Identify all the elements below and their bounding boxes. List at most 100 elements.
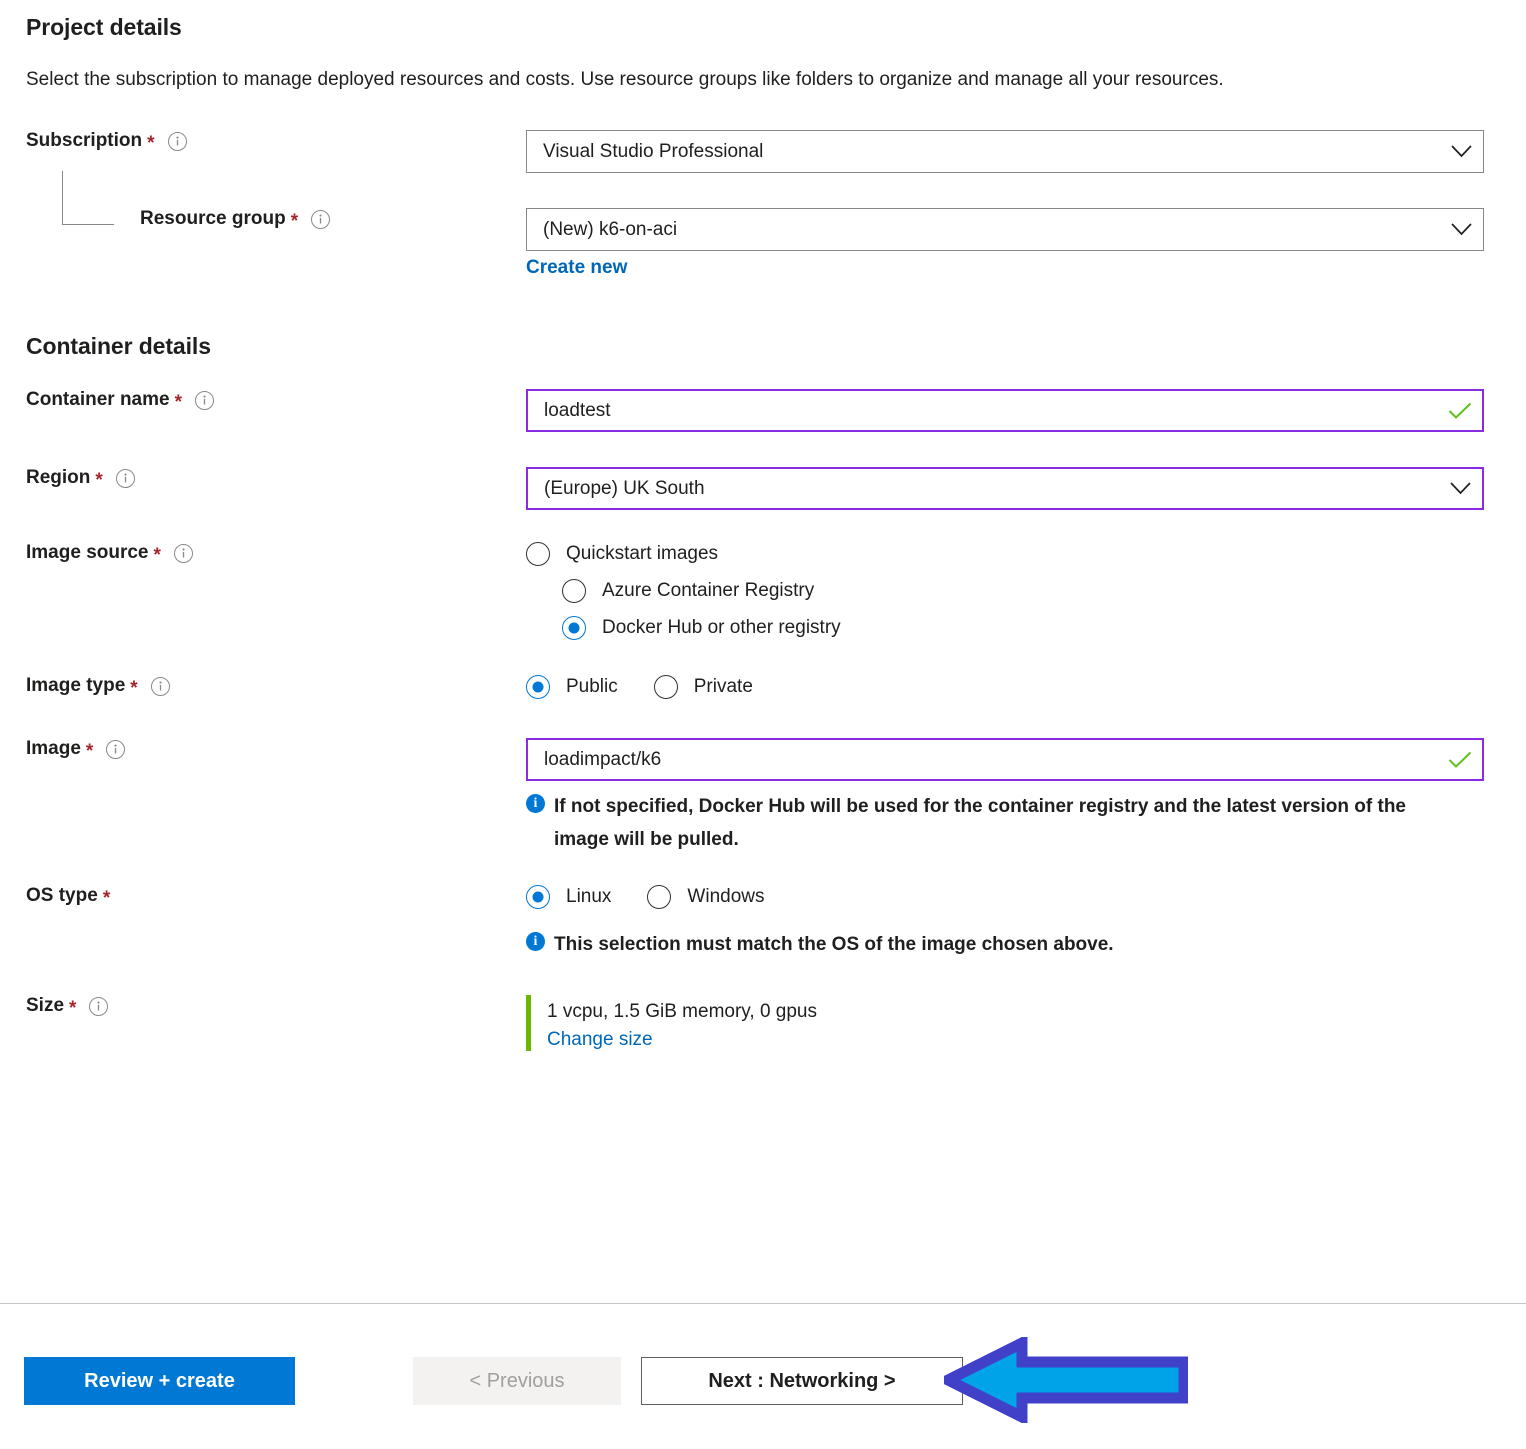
radio-button-icon (653, 675, 678, 699)
radio-windows[interactable]: Windows (647, 885, 765, 909)
create-new-resource-group-link[interactable]: Create new (526, 257, 627, 279)
radio-docker-hub-or-other-registry[interactable]: Docker Hub or other registry (562, 616, 1500, 640)
image-hint-text: If not specified, Docker Hub will be use… (554, 796, 1406, 850)
os-type-required-asterisk: * (102, 887, 111, 909)
checkmark-icon (1438, 402, 1482, 420)
container-name-input[interactable]: loadtest (526, 389, 1484, 432)
info-icon[interactable] (115, 468, 135, 488)
region-label: Region (26, 467, 91, 488)
info-icon[interactable] (89, 996, 109, 1016)
previous-button[interactable]: < Previous (413, 1357, 621, 1405)
image-input[interactable]: loadimpact/k6 (526, 738, 1484, 781)
info-icon[interactable] (150, 676, 170, 696)
radio-private[interactable]: Private (653, 675, 753, 699)
container-name-value: loadtest (544, 399, 611, 421)
container-name-label-col: Container name * (26, 389, 526, 413)
radio-linux[interactable]: Linux (526, 885, 611, 909)
radio-button-selected-icon (562, 616, 586, 640)
container-name-field-col: loadtest (526, 389, 1500, 432)
image-type-label: Image type (26, 675, 126, 696)
subscription-row: Subscription * Visual Studio Professiona… (26, 130, 1500, 173)
image-field-col: loadimpact/k6 i If not specified, Docker… (526, 738, 1500, 856)
image-label-col: Image * (26, 738, 526, 762)
size-summary-block: 1 vcpu, 1.5 GiB memory, 0 gpus Change si… (526, 995, 1500, 1051)
info-icon[interactable] (195, 390, 214, 410)
os-type-row: OS type * Linux Windows i This selection… (26, 885, 1500, 961)
image-hint: i If not specified, Docker Hub will be u… (526, 790, 1466, 856)
info-filled-icon: i (526, 932, 545, 951)
size-row: Size * 1 vcpu, 1.5 GiB memory, 0 gpus Ch… (26, 995, 1500, 1051)
info-icon[interactable] (106, 739, 126, 759)
chevron-down-icon (1439, 145, 1483, 158)
size-required-asterisk: * (69, 997, 77, 1019)
subscription-label-col: Subscription * (26, 130, 526, 154)
info-icon[interactable] (311, 209, 331, 229)
resource-group-row: Resource group * (New) k6-on-aci Create … (26, 171, 1500, 279)
radio-label: Private (693, 676, 753, 697)
image-type-required-asterisk: * (130, 677, 138, 699)
radio-label: Linux (566, 886, 612, 907)
form-content: Project details Select the subscription … (0, 0, 1526, 1051)
size-label-col: Size * (26, 995, 526, 1019)
review-create-button[interactable]: Review + create (24, 1357, 295, 1405)
region-required-asterisk: * (95, 469, 103, 491)
image-required-asterisk: * (85, 740, 94, 762)
image-type-radio-group: Public Private (526, 675, 1500, 699)
radio-button-icon (562, 579, 586, 603)
info-filled-icon: i (526, 794, 545, 813)
radio-label: Azure Container Registry (602, 580, 815, 601)
image-source-label-col: Image source * (26, 542, 526, 565)
size-label: Size (26, 995, 65, 1016)
info-icon[interactable] (167, 131, 187, 151)
os-type-hint-text: This selection must match the OS of the … (554, 934, 1114, 955)
project-details-heading: Project details (26, 14, 182, 40)
radio-button-selected-icon (526, 675, 550, 699)
image-row: Image * loadimpact/k6 i If not specified… (26, 738, 1500, 856)
wizard-footer: Review + create < Previous Next : Networ… (0, 1304, 1526, 1449)
subscription-field-col: Visual Studio Professional (526, 130, 1500, 173)
subscription-select[interactable]: Visual Studio Professional (526, 130, 1484, 173)
container-details-heading: Container details (26, 333, 211, 359)
chevron-down-icon (1439, 223, 1483, 236)
size-field-col: 1 vcpu, 1.5 GiB memory, 0 gpus Change si… (526, 995, 1500, 1051)
resource-group-selected-value: (New) k6-on-aci (543, 218, 678, 240)
resource-group-select[interactable]: (New) k6-on-aci (526, 208, 1484, 251)
radio-button-icon (647, 885, 672, 909)
resource-group-label-col: Resource group * (26, 171, 526, 232)
next-networking-button[interactable]: Next : Networking > (641, 1357, 963, 1405)
region-select[interactable]: (Europe) UK South (526, 467, 1484, 510)
region-label-col: Region * (26, 467, 526, 491)
radio-label: Docker Hub or other registry (602, 617, 841, 638)
radio-azure-container-registry[interactable]: Azure Container Registry (562, 579, 1500, 603)
region-row: Region * (Europe) UK South (26, 467, 1500, 510)
region-field-col: (Europe) UK South (526, 467, 1500, 510)
subscription-required-asterisk: * (147, 132, 155, 154)
size-value-text: 1 vcpu, 1.5 GiB memory, 0 gpus (547, 1001, 817, 1022)
checkmark-icon (1438, 751, 1482, 769)
radio-label: Quickstart images (566, 543, 719, 564)
radio-quickstart-images[interactable]: Quickstart images (526, 542, 1500, 566)
tree-connector (62, 171, 114, 225)
subscription-label: Subscription (26, 130, 143, 151)
info-icon[interactable] (173, 543, 193, 563)
resource-group-required-asterisk: * (290, 210, 299, 232)
os-type-label-col: OS type * (26, 885, 526, 909)
image-type-row: Image type * Public Private (26, 675, 1500, 699)
image-source-label: Image source (26, 542, 149, 563)
resource-group-label: Resource group (140, 208, 286, 229)
radio-button-icon (526, 542, 550, 566)
change-size-link[interactable]: Change size (547, 1029, 653, 1051)
image-label: Image (26, 738, 81, 759)
os-type-label: OS type (26, 885, 98, 906)
os-type-field-col: Linux Windows i This selection must matc… (526, 885, 1500, 961)
image-source-radio-group: Quickstart images Azure Container Regist… (526, 542, 1500, 640)
os-type-radio-group: Linux Windows (526, 885, 1500, 909)
radio-label: Public (566, 676, 618, 697)
image-source-field-col: Quickstart images Azure Container Regist… (526, 542, 1500, 640)
container-name-label: Container name (26, 389, 170, 410)
container-name-required-asterisk: * (174, 391, 182, 413)
resource-group-field-col: (New) k6-on-aci Create new (526, 208, 1500, 279)
aci-create-form-page: Project details Select the subscription … (0, 0, 1526, 1449)
chevron-down-icon (1438, 482, 1482, 495)
radio-public[interactable]: Public (526, 675, 618, 699)
